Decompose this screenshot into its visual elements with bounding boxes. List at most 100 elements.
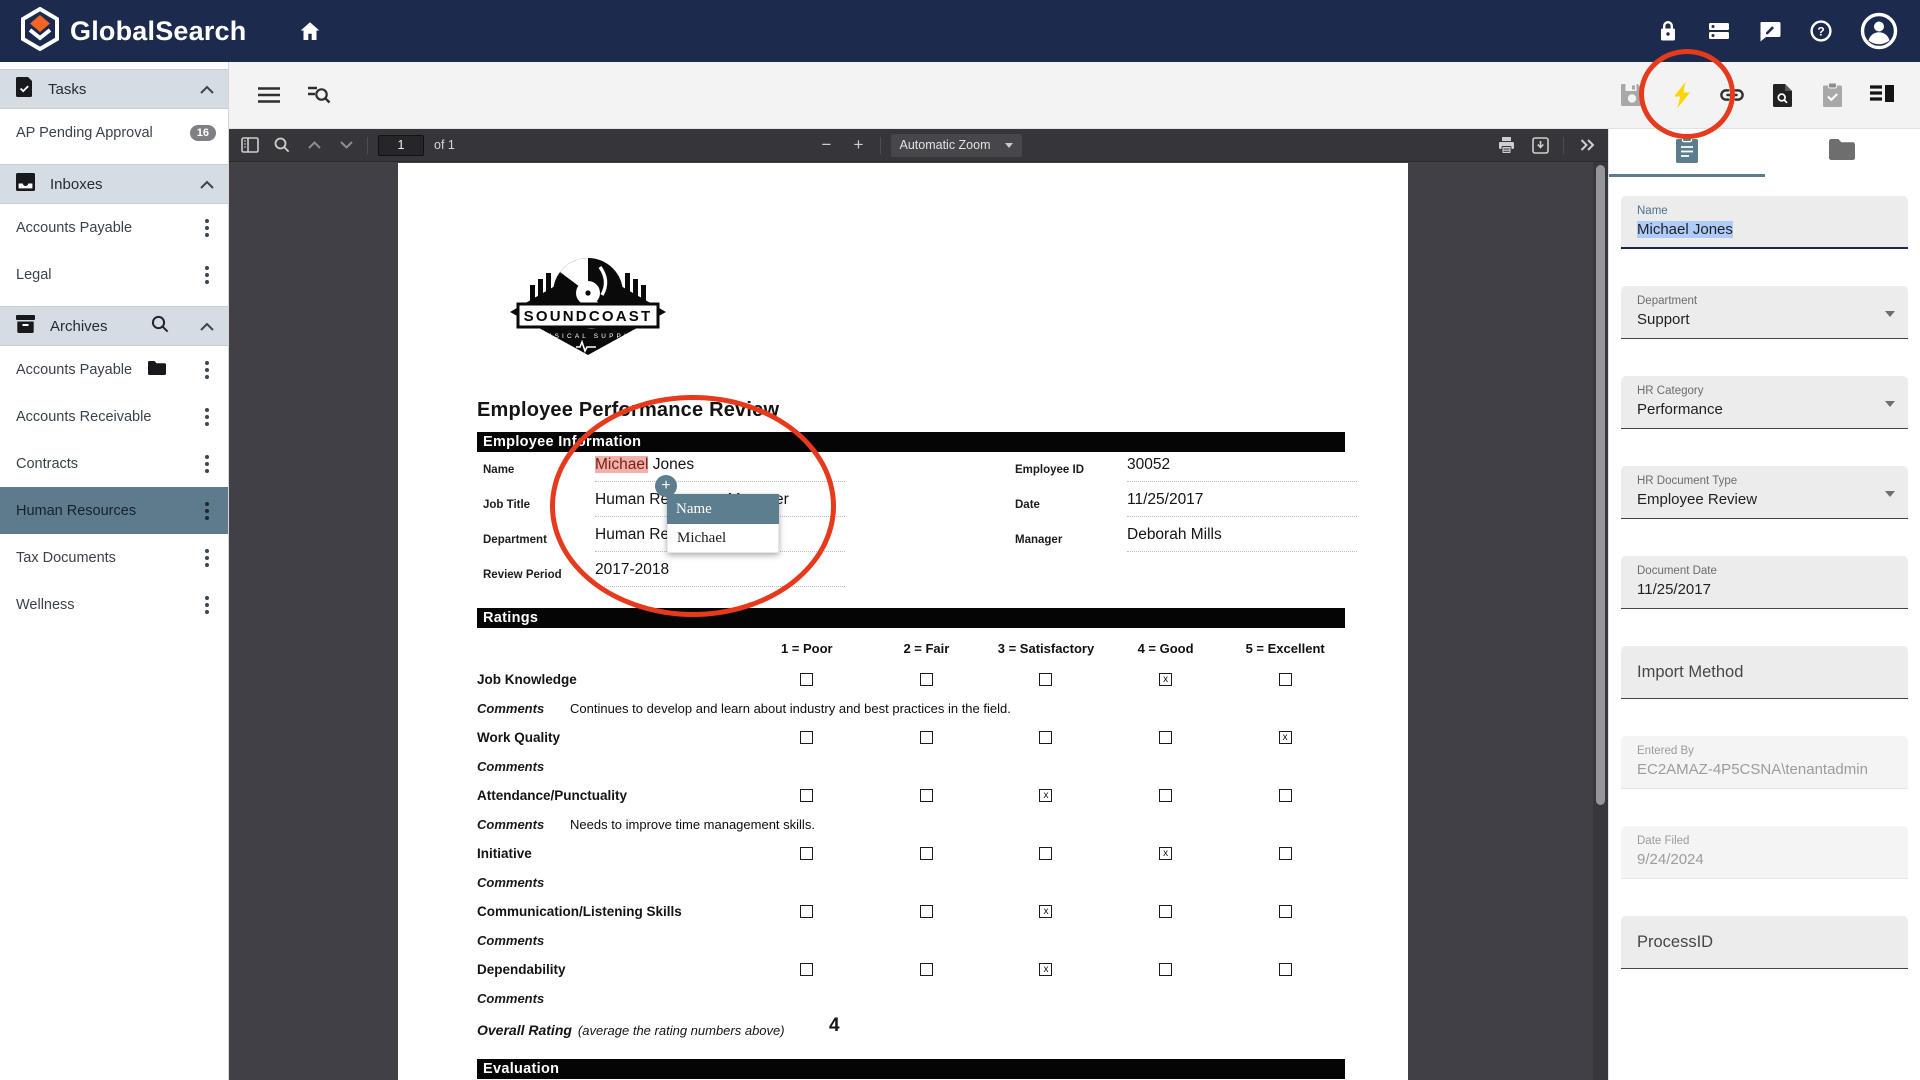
comments-row: Comments: [477, 926, 1345, 955]
feedback-icon[interactable]: [1758, 19, 1782, 43]
chevron-down-icon[interactable]: [1885, 401, 1895, 407]
chevron-down-icon[interactable]: [1885, 311, 1895, 317]
sidebar-item-ap-pending-approval[interactable]: AP Pending Approval 16: [0, 109, 228, 156]
item-menu-icon[interactable]: [198, 547, 216, 569]
svg-text:?: ?: [1817, 25, 1824, 39]
sidebar-item-archive-wellness[interactable]: Wellness: [0, 581, 228, 628]
sidebar-section-inboxes[interactable]: Inboxes: [0, 164, 228, 204]
item-menu-icon[interactable]: [198, 594, 216, 616]
document-action-bar: [229, 62, 1920, 129]
sidebar-item-archive-accounts-payable[interactable]: Accounts Payable: [0, 346, 228, 393]
find-icon[interactable]: [271, 134, 293, 156]
chevron-up-icon: [200, 318, 214, 335]
field-drop-tooltip[interactable]: + Name Michael: [667, 494, 779, 553]
link-icon[interactable]: [1720, 83, 1744, 107]
rating-checkbox: x: [1039, 963, 1052, 976]
logo-wordmark: SOUNDCOAST: [524, 308, 653, 325]
field-name[interactable]: Name Michael Jones: [1621, 196, 1908, 249]
print-icon[interactable]: [1495, 134, 1517, 156]
help-icon[interactable]: ?: [1809, 19, 1833, 43]
globalsearch-logo-icon: [20, 7, 60, 56]
field-hr-category[interactable]: HR Category Performance: [1621, 376, 1908, 429]
doc-field-label: Employee ID: [1015, 456, 1127, 476]
page-number-input[interactable]: [378, 135, 424, 156]
viewer-scrollbar[interactable]: [1593, 162, 1608, 1080]
section-label: Inboxes: [50, 176, 103, 193]
panels-icon[interactable]: [1870, 83, 1894, 107]
field-process-id[interactable]: ProcessID: [1621, 916, 1908, 969]
doc-field-label: Department: [483, 526, 595, 546]
brand: GlobalSearch: [20, 7, 246, 56]
doc-field-value: Michael Jones: [595, 456, 845, 482]
section-header-employee-information: Employee Information: [477, 432, 1345, 452]
item-menu-icon[interactable]: [198, 453, 216, 475]
save-icon[interactable]: [1620, 83, 1644, 107]
sidebar-item-inbox-legal[interactable]: Legal: [0, 251, 228, 298]
field-document-date[interactable]: Document Date 11/25/2017: [1621, 556, 1908, 609]
zoom-in-icon[interactable]: +: [847, 134, 869, 156]
rating-checkbox: [1159, 905, 1172, 918]
account-icon[interactable]: [1860, 12, 1898, 50]
document-search-icon[interactable]: [1770, 83, 1794, 107]
rating-checkbox: [800, 731, 813, 744]
page-count-label: of 1: [434, 138, 455, 152]
zoom-out-icon[interactable]: −: [815, 134, 837, 156]
rating-row: Job Knowledge x: [477, 665, 1345, 694]
home-icon[interactable]: [298, 19, 322, 43]
chevron-down-icon[interactable]: [1885, 491, 1895, 497]
item-menu-icon[interactable]: [198, 406, 216, 428]
download-icon[interactable]: [1529, 134, 1551, 156]
sidebar-section-tasks[interactable]: Tasks: [0, 69, 228, 109]
sidebar-item-inbox-accounts-payable[interactable]: Accounts Payable: [0, 204, 228, 251]
rating-checkbox: [800, 847, 813, 860]
field-department[interactable]: Department Support: [1621, 286, 1908, 339]
document-page: SOUNDCOAST MUSICAL SUPPLY Employee Perfo…: [398, 163, 1408, 1080]
doc-field-label: Job Title: [483, 491, 595, 511]
rating-row: Work Quality x: [477, 723, 1345, 752]
doc-field-label: Review Period: [483, 561, 595, 581]
workspaces-icon[interactable]: [1707, 19, 1731, 43]
more-tools-icon[interactable]: [1576, 134, 1598, 156]
add-field-icon: +: [655, 475, 677, 497]
archive-search-icon[interactable]: [151, 315, 169, 337]
sidebar-item-archive-contracts[interactable]: Contracts: [0, 440, 228, 487]
clipboard-check-icon[interactable]: [1820, 83, 1844, 107]
pdf-canvas[interactable]: SOUNDCOAST MUSICAL SUPPLY Employee Perfo…: [229, 162, 1608, 1080]
tab-folders[interactable]: [1765, 129, 1920, 177]
section-header-evaluation: Evaluation: [477, 1059, 1345, 1079]
item-menu-icon[interactable]: [198, 264, 216, 286]
rating-checkbox: [1039, 731, 1052, 744]
bolt-icon[interactable]: [1670, 83, 1694, 107]
comments-row: Comments Continues to develop and learn …: [477, 694, 1345, 723]
menu-icon[interactable]: [257, 83, 281, 107]
sidebar-item-archive-accounts-receivable[interactable]: Accounts Receivable: [0, 393, 228, 440]
ocr-highlight: Michael: [595, 456, 648, 473]
sidebar-item-archive-human-resources[interactable]: Human Resources: [0, 487, 228, 534]
item-label: AP Pending Approval: [16, 125, 153, 141]
task-count-badge: 16: [190, 125, 216, 141]
scrollbar-thumb[interactable]: [1596, 165, 1605, 805]
next-page-icon[interactable]: [335, 134, 357, 156]
previous-page-icon[interactable]: [303, 134, 325, 156]
zoom-level-select[interactable]: Automatic Zoom: [890, 134, 1021, 157]
item-menu-icon[interactable]: [198, 359, 216, 381]
rating-checkbox: x: [1039, 905, 1052, 918]
toggle-sidebar-icon[interactable]: [239, 134, 261, 156]
clipboard-icon: [1676, 136, 1698, 168]
sidebar-item-archive-tax-documents[interactable]: Tax Documents: [0, 534, 228, 581]
field-import-method[interactable]: Import Method: [1621, 646, 1908, 699]
tooltip-field-value: Michael: [667, 524, 779, 553]
item-menu-icon[interactable]: [198, 500, 216, 522]
sidebar-section-archives[interactable]: Archives: [0, 306, 228, 346]
ratings-scale-header: 1 = Poor 2 = Fair 3 = Satisfactory 4 = G…: [477, 631, 1345, 665]
field-hr-document-type[interactable]: HR Document Type Employee Review: [1621, 466, 1908, 519]
pdf-viewer: of 1 − + Automatic Zoom: [229, 129, 1608, 1080]
chevron-up-icon: [200, 176, 214, 193]
item-menu-icon[interactable]: [198, 217, 216, 239]
overall-rating-row: Overall Rating (average the rating numbe…: [477, 1013, 1345, 1047]
archive-icon: [16, 315, 35, 337]
panel-tabs: [1609, 129, 1920, 177]
search-list-icon[interactable]: [307, 83, 331, 107]
lock-icon[interactable]: [1656, 19, 1680, 43]
tab-index-fields[interactable]: [1609, 129, 1765, 177]
